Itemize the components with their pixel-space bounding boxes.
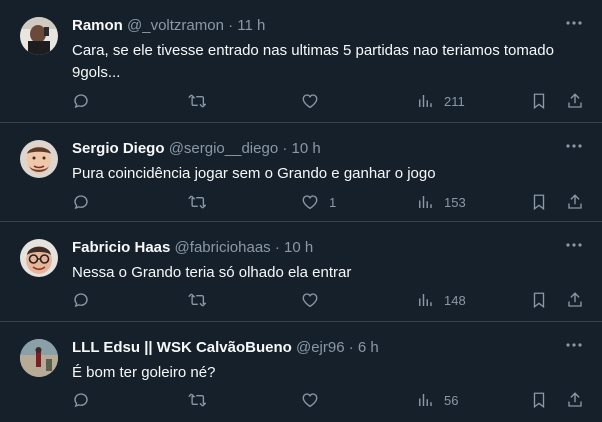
views-count: 153 — [444, 194, 466, 210]
share-icon — [566, 291, 584, 309]
separator-dot: · — [274, 239, 280, 256]
retweet-icon — [188, 391, 206, 409]
retweet-button[interactable] — [188, 90, 206, 112]
tweet-text: Nessa o Grando teria só olhado ela entra… — [72, 264, 352, 281]
username[interactable]: @sergio__diego — [169, 140, 278, 157]
tweet-header: LLL Edsu || WSK CalvãoBueno @ejr96 · 6 h — [72, 338, 586, 358]
share-button[interactable] — [566, 191, 584, 213]
reply-icon — [72, 291, 90, 309]
more-horizontal-icon[interactable] — [564, 137, 584, 155]
bookmark-button[interactable] — [530, 191, 548, 213]
tweet[interactable]: Fabricio Haas @fabriciohaas · 10 h Nessa… — [0, 222, 602, 322]
reply-button[interactable] — [72, 289, 90, 311]
bookmark-icon — [530, 92, 548, 110]
share-button[interactable] — [566, 389, 584, 411]
timestamp[interactable]: 6 h — [358, 339, 379, 356]
reply-icon — [72, 92, 90, 110]
avatar[interactable] — [20, 140, 58, 178]
like-count: 1 — [329, 194, 337, 210]
avatar[interactable] — [20, 17, 58, 55]
reply-feed: Ramon @_voltzramon · 11 h Cara, se ele t… — [0, 0, 602, 422]
timestamp[interactable]: 10 h — [284, 239, 313, 256]
separator-dot: · — [348, 339, 354, 356]
reply-icon — [72, 193, 90, 211]
reply-button[interactable] — [72, 191, 90, 213]
views-chart-icon — [416, 391, 434, 409]
display-name[interactable]: Ramon — [72, 17, 123, 34]
retweet-button[interactable] — [188, 389, 206, 411]
like-button[interactable]: 1 — [301, 191, 336, 213]
tweet-header: Sergio Diego @sergio__diego · 10 h — [72, 139, 586, 159]
tweet[interactable]: LLL Edsu || WSK CalvãoBueno @ejr96 · 6 h… — [0, 322, 602, 422]
retweet-icon — [188, 92, 206, 110]
avatar[interactable] — [20, 339, 58, 377]
tweet-text: Cara, se ele tivesse entrado nas ultimas… — [72, 42, 554, 81]
like-button[interactable] — [301, 289, 329, 311]
views-chart-icon — [416, 193, 434, 211]
tweet-actions: 56 — [70, 389, 588, 411]
bookmark-icon — [530, 391, 548, 409]
timestamp[interactable]: 11 h — [237, 17, 265, 34]
retweet-icon — [188, 291, 206, 309]
username[interactable]: @_voltzramon — [127, 17, 224, 34]
reply-icon — [72, 391, 90, 409]
like-button[interactable] — [301, 90, 329, 112]
tweet-actions: 148 — [70, 289, 588, 311]
views-button[interactable]: 148 — [416, 289, 466, 311]
display-name[interactable]: Fabricio Haas — [72, 239, 170, 256]
share-icon — [566, 391, 584, 409]
views-button[interactable]: 211 — [416, 90, 465, 112]
bookmark-button[interactable] — [530, 389, 548, 411]
like-button[interactable] — [301, 389, 329, 411]
heart-icon — [301, 193, 319, 211]
more-horizontal-icon[interactable] — [564, 236, 584, 254]
bookmark-icon — [530, 193, 548, 211]
views-button[interactable]: 153 — [416, 191, 466, 213]
heart-icon — [301, 92, 319, 110]
views-button[interactable]: 56 — [416, 389, 458, 411]
retweet-button[interactable] — [188, 289, 206, 311]
separator-dot: · — [228, 17, 234, 34]
heart-icon — [301, 391, 319, 409]
display-name[interactable]: Sergio Diego — [72, 140, 165, 157]
tweet-text: É bom ter goleiro né? — [72, 364, 216, 381]
retweet-icon — [188, 193, 206, 211]
more-horizontal-icon[interactable] — [564, 14, 584, 32]
tweet-header: Fabricio Haas @fabriciohaas · 10 h — [72, 238, 586, 258]
views-chart-icon — [416, 291, 434, 309]
views-chart-icon — [416, 92, 434, 110]
share-icon — [566, 92, 584, 110]
tweet-actions: 211 — [70, 90, 588, 112]
share-button[interactable] — [566, 90, 584, 112]
username[interactable]: @ejr96 — [296, 339, 345, 356]
tweet-actions: 1 153 — [70, 191, 588, 213]
share-icon — [566, 193, 584, 211]
more-horizontal-icon[interactable] — [564, 336, 584, 354]
retweet-button[interactable] — [188, 191, 206, 213]
views-count: 56 — [444, 392, 459, 408]
reply-button[interactable] — [72, 389, 90, 411]
username[interactable]: @fabriciohaas — [175, 239, 271, 256]
views-count: 211 — [444, 93, 465, 109]
separator-dot: · — [282, 140, 288, 157]
bookmark-button[interactable] — [530, 90, 548, 112]
tweet-header: Ramon @_voltzramon · 11 h — [72, 16, 586, 36]
reply-button[interactable] — [72, 90, 90, 112]
heart-icon — [301, 291, 319, 309]
bookmark-button[interactable] — [530, 289, 548, 311]
timestamp[interactable]: 10 h — [292, 140, 321, 157]
display-name[interactable]: LLL Edsu || WSK CalvãoBueno — [72, 339, 292, 356]
tweet[interactable]: Sergio Diego @sergio__diego · 10 h Pura … — [0, 123, 602, 222]
bookmark-icon — [530, 291, 548, 309]
tweet[interactable]: Ramon @_voltzramon · 11 h Cara, se ele t… — [0, 0, 602, 123]
avatar[interactable] — [20, 239, 58, 277]
views-count: 148 — [444, 292, 466, 308]
share-button[interactable] — [566, 289, 584, 311]
tweet-text: Pura coincidência jogar sem o Grando e g… — [72, 165, 436, 182]
